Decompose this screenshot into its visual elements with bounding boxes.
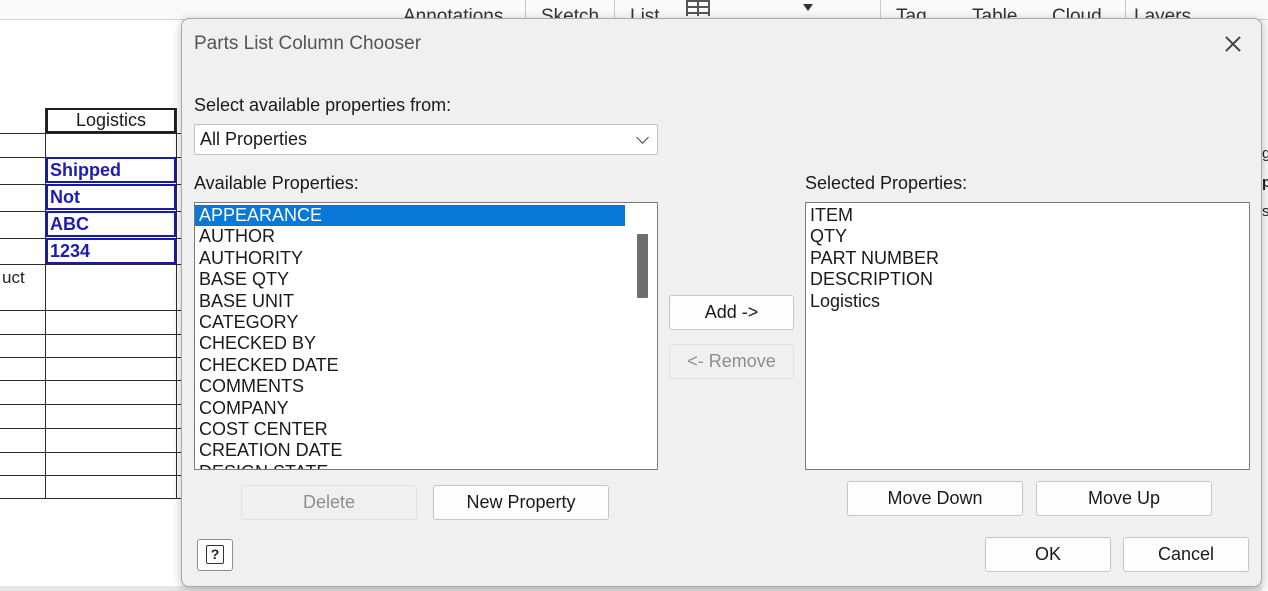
ribbon-separator <box>525 0 526 19</box>
list-item[interactable]: COMPANY <box>195 398 635 419</box>
ok-button[interactable]: OK <box>985 537 1111 572</box>
list-item[interactable]: Logistics <box>806 291 1246 312</box>
list-item[interactable]: QTY <box>806 226 1246 247</box>
list-item[interactable]: DESCRIPTION <box>806 269 1246 290</box>
ribbon-separator <box>1125 0 1126 19</box>
available-properties-label: Available Properties: <box>194 173 359 193</box>
help-icon: ? <box>206 545 224 564</box>
chevron-down-icon <box>636 131 649 144</box>
logistics-cell[interactable]: Shipped <box>46 157 176 183</box>
background-parts-list-table <box>0 20 182 591</box>
list-item[interactable]: CREATION DATE <box>195 440 635 461</box>
row-text-fragment: uct <box>2 268 25 287</box>
source-label: Select available properties from: <box>194 95 452 115</box>
scrollbar-thumb[interactable] <box>637 234 648 298</box>
parts-list-column-chooser-dialog: Parts List Column Chooser Select availab… <box>181 18 1262 587</box>
table-grid-icon[interactable] <box>686 0 710 16</box>
logistics-column-header: Logistics <box>46 108 176 133</box>
dialog-title: Parts List Column Chooser <box>194 33 422 54</box>
list-item[interactable]: PART NUMBER <box>806 248 1246 269</box>
list-item[interactable]: CHECKED BY <box>195 333 635 354</box>
list-item[interactable]: BASE QTY <box>195 269 635 290</box>
property-source-dropdown[interactable]: All Properties <box>194 124 658 155</box>
help-button[interactable]: ? <box>197 539 233 571</box>
list-item[interactable]: COST CENTER <box>195 419 635 440</box>
background-right-strip <box>1262 20 1268 591</box>
list-item[interactable]: BASE UNIT <box>195 291 635 312</box>
close-icon[interactable] <box>1217 29 1249 59</box>
list-item[interactable]: COMMENTS <box>195 376 635 397</box>
move-up-button[interactable]: Move Up <box>1036 481 1212 516</box>
background-ribbon: Annotations Sketch List Tag Table Cloud … <box>0 0 1268 20</box>
selected-properties-label: Selected Properties: <box>805 173 968 193</box>
cancel-button[interactable]: Cancel <box>1123 537 1249 572</box>
logistics-cell[interactable]: Not <box>46 184 176 210</box>
list-item[interactable]: CATEGORY <box>195 312 635 333</box>
property-source-value: All Properties <box>200 129 308 149</box>
logistics-cell[interactable]: ABC <box>46 211 176 237</box>
list-item[interactable]: CHECKED DATE <box>195 355 635 376</box>
available-properties-list[interactable]: APPEARANCE AUTHOR AUTHORITY BASE QTY BAS… <box>194 202 658 470</box>
add-button[interactable]: Add -> <box>669 295 794 330</box>
right-text-fragment: s <box>1262 203 1268 220</box>
right-text-fragment: g <box>1262 145 1268 162</box>
list-item-selected[interactable]: APPEARANCE <box>195 205 625 227</box>
list-item[interactable]: ITEM <box>806 205 1246 226</box>
list-item[interactable]: AUTHORITY <box>195 248 635 269</box>
list-item[interactable]: DESIGN STATE <box>195 462 635 469</box>
right-text-fragment: p <box>1262 174 1268 191</box>
move-down-button[interactable]: Move Down <box>847 481 1023 516</box>
selected-properties-list[interactable]: ITEM QTY PART NUMBER DESCRIPTION Logisti… <box>805 202 1250 470</box>
dialog-titlebar[interactable]: Parts List Column Chooser <box>182 19 1261 69</box>
delete-button[interactable]: Delete <box>241 485 417 520</box>
logistics-cell[interactable]: 1234 <box>46 238 176 264</box>
ribbon-dropdown-caret-icon[interactable] <box>803 4 813 11</box>
remove-button[interactable]: <- Remove <box>669 344 794 379</box>
ribbon-separator <box>880 0 881 19</box>
list-item[interactable]: AUTHOR <box>195 226 635 247</box>
new-property-button[interactable]: New Property <box>433 485 609 520</box>
ribbon-separator <box>614 0 615 19</box>
